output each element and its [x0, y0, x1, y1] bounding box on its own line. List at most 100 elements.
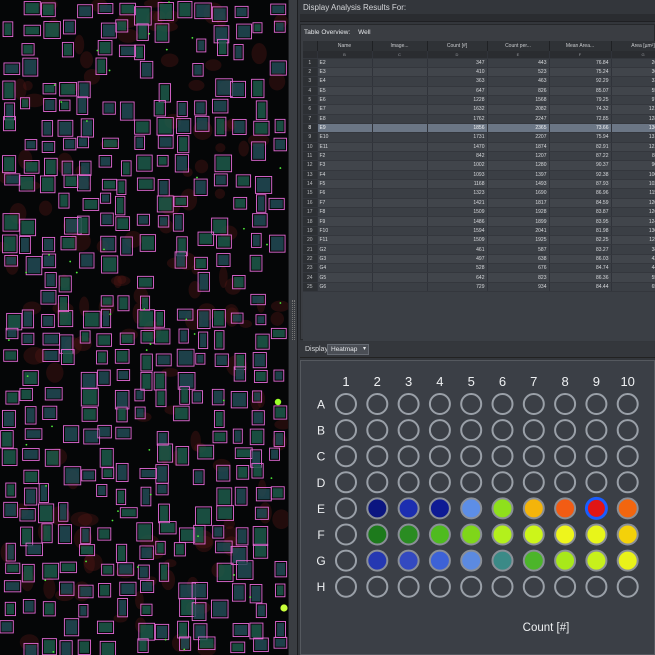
well-E1[interactable]	[335, 497, 357, 520]
well-E8[interactable]	[554, 497, 577, 520]
results-table[interactable]: Name Image... Count [#] Count per... Mea…	[303, 41, 655, 341]
well-E3[interactable]	[397, 497, 420, 520]
table-row[interactable]: 7E8 1762224772.85128361.16	[303, 114, 655, 124]
well-H4[interactable]	[428, 575, 451, 598]
table-row[interactable]: 20F11 1509192582.25124115.88	[303, 235, 655, 246]
well-H5[interactable]	[460, 575, 483, 598]
well-G7[interactable]	[522, 549, 545, 572]
splitter-grip[interactable]	[292, 300, 295, 340]
table-row[interactable]: 15F6 1323169086.96115043.00	[303, 188, 655, 199]
well-B3[interactable]	[397, 419, 420, 442]
well-E5[interactable]	[460, 497, 483, 520]
well-C3[interactable]	[397, 445, 420, 468]
well-B10[interactable]	[616, 419, 639, 442]
well-E4[interactable]	[428, 497, 451, 520]
well-A9[interactable]	[585, 393, 608, 415]
table-row[interactable]: 9E10 1731220775.94131446.16	[303, 132, 655, 143]
well-F3[interactable]	[397, 523, 420, 546]
well-F10[interactable]	[616, 523, 639, 546]
well-B2[interactable]	[366, 419, 389, 442]
well-G4[interactable]	[428, 549, 451, 572]
well-F4[interactable]	[428, 523, 451, 546]
well-D7[interactable]	[522, 471, 545, 494]
well-B6[interactable]	[491, 419, 514, 442]
col-header-name[interactable]: Name	[317, 41, 373, 51]
table-row[interactable]: 17F8 1509192883.87126554.20	[303, 207, 655, 218]
col-header-image[interactable]: Image...	[372, 41, 428, 51]
well-H3[interactable]	[397, 575, 420, 598]
well-E2[interactable]	[366, 497, 389, 520]
well-H9[interactable]	[585, 575, 608, 598]
table-row[interactable]: 3E4 36346392.2933500.92	[303, 76, 655, 87]
well-D9[interactable]	[585, 471, 608, 494]
display-mode-select[interactable]: Heatmap ▾	[327, 344, 369, 355]
table-row[interactable]: 11F2 842120787.2282117.68	[303, 151, 655, 162]
table-row[interactable]: 2E3 41052375.2430850.40	[303, 67, 655, 78]
well-A1[interactable]	[335, 393, 357, 415]
well-B7[interactable]	[522, 419, 545, 442]
well-D8[interactable]	[554, 471, 577, 494]
table-row[interactable]: 13F4 1093139792.38100970.68	[303, 170, 655, 180]
overview-value[interactable]: Well	[358, 29, 371, 36]
col-header-count-per[interactable]: Count per...	[487, 41, 550, 51]
table-row[interactable]: 12F3 1002128090.3790545.92	[303, 160, 655, 171]
well-E10[interactable]	[616, 497, 639, 520]
well-G5[interactable]	[460, 549, 483, 572]
table-row[interactable]: 22G3 49763886.0342759.24	[303, 254, 655, 265]
well-G3[interactable]	[397, 549, 420, 572]
well-G9[interactable]	[585, 549, 608, 572]
table-row[interactable]: 24G5 64282386.3655440.84	[303, 272, 655, 283]
table-row[interactable]: 14F5 1168149387.93102705.84	[303, 179, 655, 190]
well-A4[interactable]	[428, 393, 451, 415]
well-H1[interactable]	[335, 575, 357, 598]
table-row[interactable]: 6E7 1632208274.32121288.00	[303, 104, 655, 115]
table-row[interactable]: 23G4 52867684.7444740.56	[303, 263, 655, 274]
well-G1[interactable]	[335, 549, 357, 572]
well-F9[interactable]	[585, 523, 608, 546]
table-row[interactable]: 21G2 46158783.2738385.60	[303, 244, 655, 255]
well-G8[interactable]	[554, 549, 577, 572]
well-A6[interactable]	[491, 393, 514, 415]
well-D10[interactable]	[616, 471, 639, 494]
well-F1[interactable]	[335, 523, 357, 546]
table-row[interactable]: 18F9 1486189983.95124743.48	[303, 216, 655, 227]
table-row[interactable]: 1E2 34744376.8426664.92	[303, 58, 655, 68]
well-C7[interactable]	[522, 445, 545, 468]
table-row[interactable]: 4E5 64782685.0755041.44	[303, 86, 655, 96]
col-header-count[interactable]: Count [#]	[427, 41, 488, 51]
well-F6[interactable]	[491, 523, 514, 546]
well-C9[interactable]	[585, 445, 608, 468]
well-F7[interactable]	[522, 523, 545, 546]
well-E7[interactable]	[522, 497, 545, 520]
well-A3[interactable]	[397, 393, 420, 415]
well-A10[interactable]	[616, 393, 639, 415]
results-selector[interactable]	[300, 14, 655, 22]
table-row[interactable]: 8E9 1856236573.66136710.24	[303, 123, 655, 134]
well-F5[interactable]	[460, 523, 483, 546]
well-E6[interactable]	[491, 497, 514, 520]
well-B1[interactable]	[335, 419, 357, 442]
well-G6[interactable]	[491, 549, 514, 572]
well-B8[interactable]	[554, 419, 577, 442]
col-header-area[interactable]: Area [µm²]	[611, 41, 655, 51]
well-E9[interactable]	[584, 496, 608, 520]
table-row[interactable]: 5E6 1228156879.2597314.64	[303, 95, 655, 106]
well-C10[interactable]	[616, 445, 639, 468]
well-B4[interactable]	[428, 419, 451, 442]
well-F8[interactable]	[554, 523, 577, 546]
panel-splitter[interactable]	[288, 0, 298, 655]
well-C2[interactable]	[366, 445, 389, 468]
well-H10[interactable]	[616, 575, 639, 598]
well-G10[interactable]	[616, 549, 639, 572]
well-D4[interactable]	[428, 471, 451, 494]
well-C6[interactable]	[491, 445, 514, 468]
well-G2[interactable]	[366, 549, 389, 572]
well-C4[interactable]	[428, 445, 451, 468]
well-F2[interactable]	[366, 523, 389, 546]
well-B5[interactable]	[460, 419, 483, 442]
microscopy-image[interactable]	[0, 0, 288, 655]
well-H6[interactable]	[491, 575, 514, 598]
well-B9[interactable]	[585, 419, 608, 442]
table-row[interactable]: 25G6 72993484.4465577.28	[303, 282, 655, 293]
well-A8[interactable]	[554, 393, 577, 415]
